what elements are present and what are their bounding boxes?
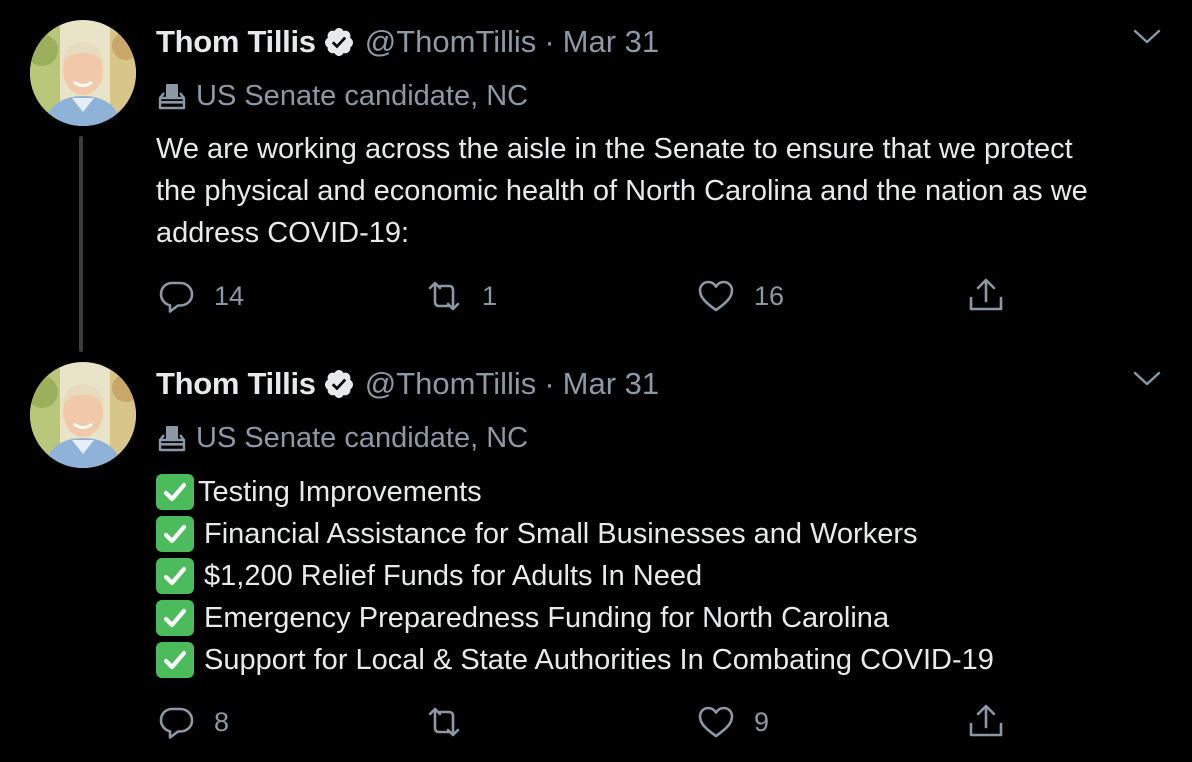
checklist-item-text: $1,200 Relief Funds for Adults In Need — [204, 560, 703, 592]
tweet-1[interactable]: Thom Tillis @ThomTillis · Mar 31 US Sena… — [0, 0, 1192, 352]
chevron-down-icon[interactable] — [1132, 368, 1162, 390]
checklist-item: Support for Local & State Authorities In… — [156, 639, 994, 681]
account-label: US Senate candidate, NC — [156, 420, 528, 456]
separator-dot: · — [544, 24, 555, 59]
tweet-actions: 8 9 — [156, 702, 1056, 742]
tweet-header: Thom Tillis @ThomTillis · Mar 31 — [156, 22, 659, 62]
check-mark-icon — [156, 474, 194, 510]
chevron-down-icon[interactable] — [1132, 26, 1162, 48]
avatar[interactable] — [30, 20, 136, 126]
reply-button[interactable]: 8 — [156, 702, 229, 742]
heart-icon — [696, 702, 736, 742]
tweet-actions: 14 1 16 — [156, 276, 1056, 316]
share-icon — [966, 702, 1006, 742]
verified-badge-icon — [323, 26, 355, 58]
check-mark-icon — [156, 558, 194, 594]
tweet-2[interactable]: Thom Tillis @ThomTillis · Mar 31 US Sena… — [0, 342, 1192, 762]
reply-icon — [156, 276, 196, 316]
retweet-icon — [424, 276, 464, 316]
tweet-date[interactable]: Mar 31 — [563, 24, 659, 60]
retweet-icon — [424, 702, 464, 742]
retweet-button[interactable] — [424, 702, 482, 742]
ballot-box-icon — [156, 80, 188, 112]
checklist-item-text: Emergency Preparedness Funding for North… — [204, 602, 890, 634]
checklist-item: $1,200 Relief Funds for Adults In Need — [156, 555, 994, 597]
reply-count: 8 — [214, 706, 230, 737]
check-mark-icon — [156, 516, 194, 552]
author-handle[interactable]: @ThomTillis — [365, 366, 537, 402]
reply-count: 14 — [214, 280, 245, 311]
reply-button[interactable]: 14 — [156, 276, 244, 316]
tweet-text-line: We are working across the aisle in the S… — [156, 133, 1073, 165]
checklist-item-text: Testing Improvements — [198, 476, 482, 508]
account-label-text: US Senate candidate, NC — [196, 79, 529, 112]
tweet-header: Thom Tillis @ThomTillis · Mar 31 — [156, 364, 659, 404]
account-label: US Senate candidate, NC — [156, 78, 528, 114]
share-button[interactable] — [966, 702, 1006, 742]
ballot-box-icon — [156, 422, 188, 454]
separator-dot: · — [544, 366, 555, 401]
share-icon — [966, 276, 1006, 316]
heart-icon — [696, 276, 736, 316]
check-mark-icon — [156, 600, 194, 636]
tweet-text-line: the physical and economic health of Nort… — [156, 175, 1088, 207]
check-mark-icon — [156, 642, 194, 678]
checklist-item-text: Support for Local & State Authorities In… — [204, 644, 994, 676]
retweet-button[interactable]: 1 — [424, 276, 497, 316]
like-button[interactable]: 9 — [696, 702, 769, 742]
author-name[interactable]: Thom Tillis — [156, 24, 316, 60]
tweet-checklist: Testing Improvements Financial Assistanc… — [156, 471, 994, 681]
verified-badge-icon — [323, 368, 355, 400]
tweet-text-line: address COVID-19: — [156, 217, 410, 249]
thread-connector — [79, 136, 83, 352]
profile-photo-icon — [30, 362, 136, 468]
avatar[interactable] — [30, 362, 136, 468]
author-handle[interactable]: @ThomTillis — [365, 24, 537, 60]
like-count: 9 — [754, 706, 770, 737]
author-name[interactable]: Thom Tillis — [156, 366, 316, 402]
reply-icon — [156, 702, 196, 742]
checklist-item: Emergency Preparedness Funding for North… — [156, 597, 994, 639]
checklist-item-text: Financial Assistance for Small Businesse… — [204, 518, 918, 550]
like-button[interactable]: 16 — [696, 276, 784, 316]
checklist-item: Financial Assistance for Small Businesse… — [156, 513, 994, 555]
tweet-date[interactable]: Mar 31 — [563, 366, 659, 402]
profile-photo-icon — [30, 20, 136, 126]
account-label-text: US Senate candidate, NC — [196, 421, 529, 454]
like-count: 16 — [754, 280, 785, 311]
share-button[interactable] — [966, 276, 1006, 316]
checklist-item: Testing Improvements — [156, 471, 994, 513]
retweet-count: 1 — [482, 280, 498, 311]
tweet-text: We are working across the aisle in the S… — [156, 128, 1176, 254]
